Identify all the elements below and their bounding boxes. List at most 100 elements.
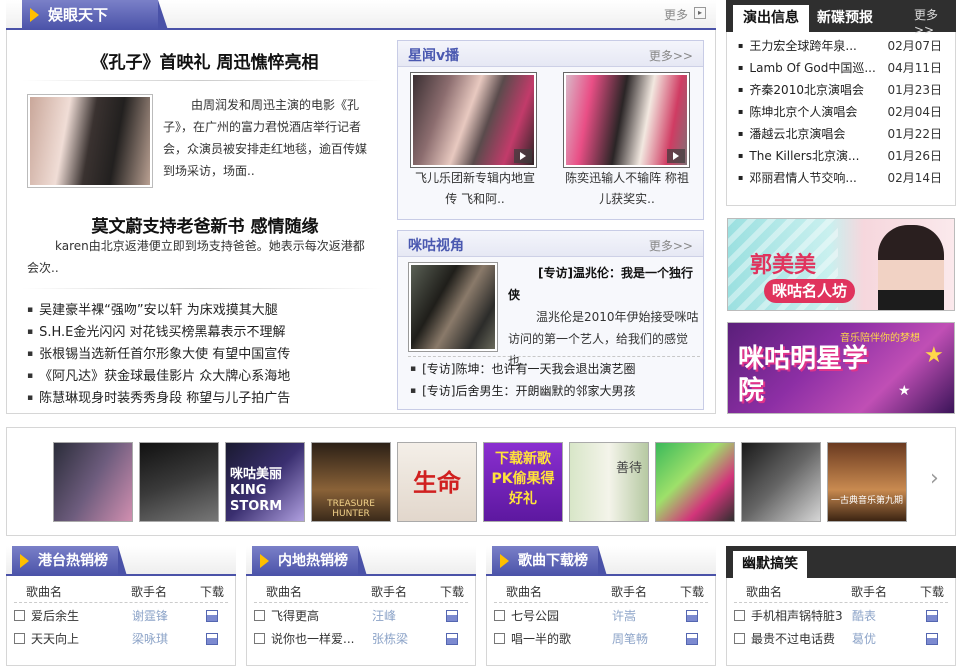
album-cover-2[interactable] (139, 442, 219, 522)
video-thumb-2[interactable] (563, 72, 690, 168)
headline-karen[interactable]: 莫文蔚支持老爸新书 感情随缘 (30, 212, 380, 237)
col-song: 歌曲名 (266, 585, 303, 599)
rank-title-downloads[interactable]: 歌曲下载榜 (492, 546, 598, 576)
row-checkbox[interactable] (254, 633, 265, 644)
row-checkbox[interactable] (494, 610, 505, 621)
album-cover-7[interactable]: 善待 (569, 442, 649, 522)
list-item[interactable]: 吴建豪半裸“强吻”安以轩 为床戏摸其大腿 (27, 300, 377, 322)
download-icon[interactable] (206, 610, 218, 622)
shows-more-link[interactable]: 更多>> (914, 6, 958, 37)
banner-title: 咪咕明星学院 (738, 344, 869, 406)
row-checkbox[interactable] (14, 633, 25, 644)
video-caption-1[interactable]: 飞儿乐团新专辑内地宣传 飞和阿.. (410, 168, 540, 210)
photo-image (30, 97, 150, 185)
download-icon[interactable] (926, 610, 938, 622)
album-cover-5[interactable]: 生命 (397, 442, 477, 522)
entertainment-title[interactable]: 娱眼天下 (22, 0, 158, 30)
album-cover-10[interactable]: 一古典音乐第九期 (827, 442, 907, 522)
list-item[interactable]: 邓丽君情人节交响...02月14日 (728, 167, 954, 189)
download-icon[interactable] (686, 610, 698, 622)
artist-link[interactable]: 周笔畅 (612, 628, 648, 650)
download-icon[interactable] (446, 633, 458, 645)
artist-link[interactable]: 许嵩 (612, 605, 636, 627)
download-icon[interactable] (686, 633, 698, 645)
table-row[interactable]: 爱后余生 谢霆锋 (14, 605, 228, 627)
row-checkbox[interactable] (494, 633, 505, 644)
list-item[interactable]: 陈慧琳现身时装秀秀身段 称望与儿子拍广告 (27, 388, 377, 410)
header-tab-slant (598, 546, 607, 576)
video-thumb-1[interactable] (410, 72, 537, 168)
list-item[interactable]: 陈坤北京个人演唱会02月04日 (728, 101, 954, 123)
headline-confucius[interactable]: 《孔子》首映礼 周迅憔悴亮相 (30, 48, 380, 73)
rank-title-hktw[interactable]: 港台热销榜 (12, 546, 118, 576)
headline-divider (22, 80, 382, 81)
rank-divider (734, 602, 948, 603)
row-checkbox[interactable] (734, 633, 745, 644)
album-cover-8[interactable] (655, 442, 735, 522)
list-item[interactable]: 齐秦2010北京演唱会01月23日 (728, 79, 954, 101)
table-row[interactable]: 飞得更高 汪峰 (254, 605, 468, 627)
list-item[interactable]: [专访]陈坤：也许有一天我会退出演艺圈 (410, 358, 702, 380)
headline-divider (22, 288, 382, 289)
album-cover-6[interactable]: 下载新歌 PK偷果得好礼 (483, 442, 563, 522)
confucius-photo[interactable] (27, 94, 153, 188)
artist-link[interactable]: 酷表 (852, 605, 876, 627)
table-row[interactable]: 手机相声锅特脏3 酷表 (734, 605, 948, 627)
album-cover-3[interactable]: 咪咕美丽 KING STORM (225, 442, 305, 522)
table-row[interactable]: 唱一半的歌 周笔畅 (494, 628, 708, 650)
list-item[interactable]: [专访]后舍男生：开朗幽默的邻家大男孩 (410, 380, 702, 402)
rank-title-mainland[interactable]: 内地热销榜 (252, 546, 358, 576)
tab-shows[interactable]: 演出信息 (733, 5, 809, 32)
list-item[interactable]: Lamb Of God中国巡...04月11日 (728, 57, 954, 79)
table-row[interactable]: 说你也一样爱... 张栋梁 (254, 628, 468, 650)
list-item[interactable]: S.H.E金光闪闪 对花钱买榜黑幕表示不理解 (27, 322, 377, 344)
feature-title[interactable]: [专访]温兆伦：我是一个独行侠 (508, 262, 700, 306)
arrow-icon (30, 8, 39, 22)
migu-view-more-link[interactable]: 更多>> (649, 237, 693, 254)
album-cover-4[interactable]: TREASURE HUNTER (311, 442, 391, 522)
artist-link[interactable]: 张栋梁 (372, 628, 408, 650)
migu-link-list: [专访]陈坤：也许有一天我会退出演艺圈 [专访]后舍男生：开朗幽默的邻家大男孩 (410, 358, 702, 402)
star-news-title[interactable]: 星闻v播 (408, 45, 459, 65)
play-icon[interactable] (514, 149, 532, 163)
entertainment-more-link[interactable]: 更多 (664, 6, 688, 23)
list-item[interactable]: The Killers北京演...01月26日 (728, 145, 954, 167)
celebrity-banner[interactable]: 郭美美 咪咕名人坊 (727, 218, 955, 311)
list-item[interactable]: 张根锡当选新任首尔形象大使 有望中国宣传 (27, 344, 377, 366)
confucius-story: 由周润发和周迅主演的电影《孔子》，在广州的富力君悦酒店举行记者会，众演员被安排走… (163, 98, 368, 178)
download-icon[interactable] (206, 633, 218, 645)
rank-title-humor[interactable]: 幽默搞笑 (733, 551, 807, 578)
table-row[interactable]: 天天向上 梁咏琪 (14, 628, 228, 650)
feature-photo[interactable] (408, 262, 498, 352)
artist-link[interactable]: 葛优 (852, 628, 876, 650)
migu-view-title[interactable]: 咪咕视角 (408, 235, 464, 255)
row-checkbox[interactable] (14, 610, 25, 621)
artist-link[interactable]: 汪峰 (372, 605, 396, 627)
table-row[interactable]: 最贵不过电话费 葛优 (734, 628, 948, 650)
star-icon: ★ (924, 343, 944, 368)
album-cover-9[interactable] (741, 442, 821, 522)
table-row[interactable]: 七号公园 许嵩 (494, 605, 708, 627)
artist-link[interactable]: 梁咏琪 (132, 628, 168, 650)
list-item[interactable]: 《阿凡达》获金球最佳影片 众大牌心系海地 (27, 366, 377, 388)
play-icon[interactable] (667, 149, 685, 163)
video-caption-2[interactable]: 陈奕迅输人不输阵 称祖儿获奖实.. (560, 168, 694, 210)
list-item[interactable]: 王力宏全球跨年泉...02月07日 (728, 35, 954, 57)
star-news-more-link[interactable]: 更多>> (649, 47, 693, 64)
download-icon[interactable] (446, 610, 458, 622)
more-arrow-icon[interactable]: ▸ (694, 7, 706, 19)
row-checkbox[interactable] (734, 610, 745, 621)
list-item[interactable]: 潘越云北京演唱会01月22日 (728, 123, 954, 145)
row-checkbox[interactable] (254, 610, 265, 621)
col-download: 下载 (200, 585, 225, 599)
chevron-right-icon[interactable]: › (930, 466, 939, 491)
album-cover-1[interactable] (53, 442, 133, 522)
artist-link[interactable]: 谢霆锋 (132, 605, 168, 627)
tab-new-albums[interactable]: 新碟预报 (817, 5, 873, 31)
migu-view-header: 咪咕视角 更多>> (398, 231, 703, 257)
banner-tagline: 音乐陪伴你的梦想 (840, 333, 920, 344)
arrow-icon (20, 554, 29, 568)
col-download: 下载 (440, 585, 465, 599)
download-icon[interactable] (926, 633, 938, 645)
star-academy-banner[interactable]: 音乐陪伴你的梦想 咪咕明星学院 ★ ★ (727, 322, 955, 414)
